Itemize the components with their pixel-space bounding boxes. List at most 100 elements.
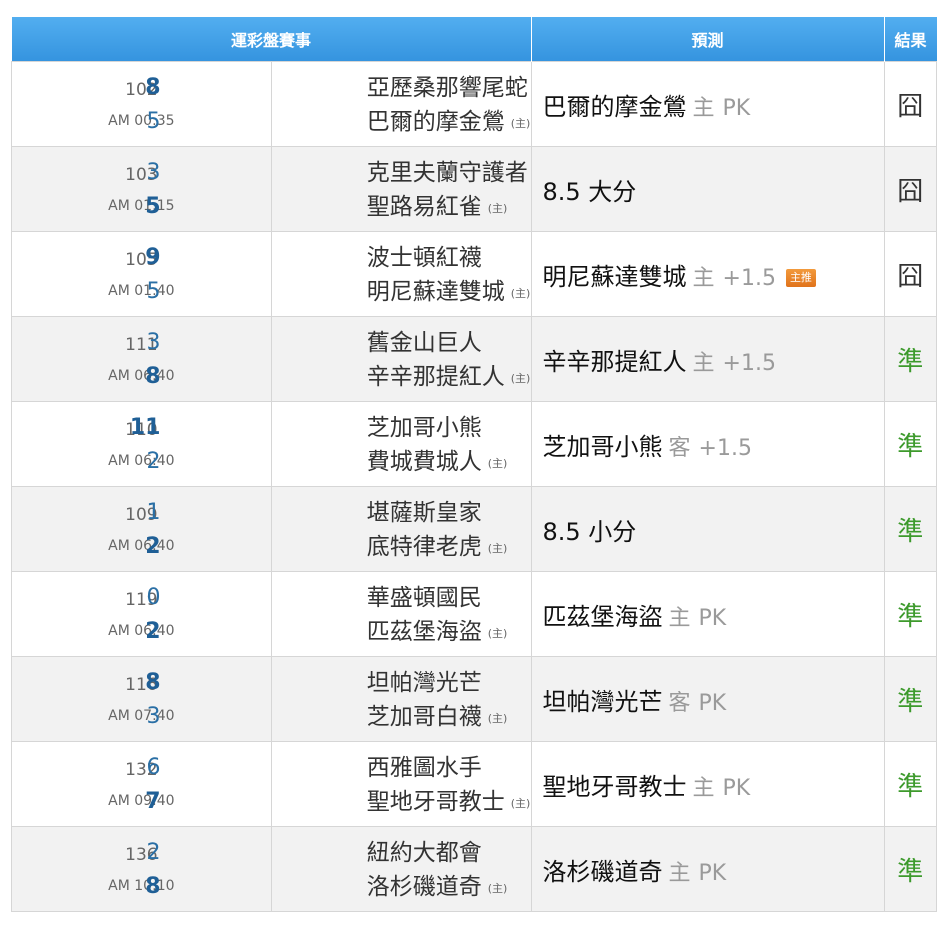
- away-team-name[interactable]: 坦帕灣光芒: [367, 666, 482, 700]
- home-team: 2 費城費城人 (主): [147, 445, 531, 481]
- away-score: 8: [145, 670, 161, 695]
- away-score: 9: [145, 245, 161, 270]
- table-row[interactable]: 136 AM 10:10 2 紐約大都會 8 洛杉磯道奇 (主) 洛杉磯道奇主 PK…: [11, 826, 937, 912]
- matchup-cell: 2 紐約大都會 8 洛杉磯道奇 (主): [145, 826, 532, 912]
- home-team: 7 聖地牙哥教士 (主): [145, 785, 531, 821]
- away-score: 1: [146, 500, 161, 525]
- home-team-label[interactable]: 匹茲堡海盜 (主): [367, 615, 508, 651]
- schedule-table-container: 運彩盤賽事 預測 結果 102 AM 00:35 8 亞歷桑那響尾蛇 5 巴爾的…: [11, 17, 937, 912]
- home-marker: (主): [487, 712, 508, 725]
- prediction-pick: 匹茲堡海盜: [542, 602, 663, 631]
- away-team: 6 西雅圖水手: [147, 751, 531, 785]
- away-team-name[interactable]: 舊金山巨人: [367, 326, 482, 360]
- home-team-name[interactable]: 底特律老虎: [367, 534, 482, 560]
- table-row[interactable]: 116 AM 07:40 8 坦帕灣光芒 3 芝加哥白襪 (主) 坦帕灣光芒客 PK…: [11, 656, 937, 742]
- away-team-name[interactable]: 波士頓紅襪: [367, 241, 482, 275]
- result-cell: 準: [883, 741, 937, 827]
- home-team-name[interactable]: 聖路易紅雀: [367, 194, 482, 220]
- home-team: 5 聖路易紅雀 (主): [145, 190, 531, 226]
- home-team: 2 匹茲堡海盜 (主): [145, 615, 531, 651]
- away-team: 8 坦帕灣光芒: [145, 666, 531, 700]
- prediction-pick: 坦帕灣光芒: [542, 687, 663, 716]
- home-team-label[interactable]: 辛辛那提紅人 (主): [367, 360, 531, 396]
- table-row[interactable]: 119 AM 06:40 0 華盛頓國民 2 匹茲堡海盜 (主) 匹茲堡海盜主 PK…: [11, 571, 937, 657]
- table-row[interactable]: 103 AM 01:15 3 克里夫蘭守護者 5 聖路易紅雀 (主) 8.5 大分…: [11, 146, 937, 232]
- prediction-line: PK: [722, 95, 751, 121]
- table-row[interactable]: 110 AM 06:40 11 芝加哥小熊 2 費城費城人 (主) 芝加哥小熊客 +…: [11, 401, 937, 487]
- away-team: 2 紐約大都會: [147, 836, 531, 870]
- result-cell: 準: [883, 571, 937, 657]
- prediction-cell: 芝加哥小熊客 +1.5: [530, 401, 885, 487]
- home-team: 5 巴爾的摩金鶯 (主): [147, 105, 531, 141]
- home-team-label[interactable]: 芝加哥白襪 (主): [367, 700, 508, 736]
- away-score: 8: [145, 75, 161, 100]
- away-team: 3 克里夫蘭守護者: [147, 156, 531, 190]
- prediction-cell: 聖地牙哥教士主 PK: [530, 741, 885, 827]
- result-cell: 囧: [883, 61, 937, 147]
- home-marker: (主): [487, 627, 508, 640]
- home-team-label[interactable]: 聖路易紅雀 (主): [367, 190, 508, 226]
- home-team-name[interactable]: 聖地牙哥教士: [367, 789, 505, 815]
- table-row[interactable]: 132 AM 09:40 6 西雅圖水手 7 聖地牙哥教士 (主) 聖地牙哥教士主…: [11, 741, 937, 827]
- header-match: 運彩盤賽事: [11, 17, 531, 62]
- away-score: 11: [129, 415, 161, 440]
- home-team-name[interactable]: 匹茲堡海盜: [367, 619, 482, 645]
- table-row[interactable]: 105 AM 01:40 9 波士頓紅襪 5 明尼蘇達雙城 (主) 明尼蘇達雙城主…: [11, 231, 937, 317]
- matchup-cell: 11 芝加哥小熊 2 費城費城人 (主): [130, 401, 532, 487]
- home-score: 2: [145, 619, 161, 644]
- away-team-name[interactable]: 紐約大都會: [367, 836, 482, 870]
- matchup-cell: 3 舊金山巨人 8 辛辛那提紅人 (主): [145, 316, 532, 402]
- table-row[interactable]: 111 AM 06:40 3 舊金山巨人 8 辛辛那提紅人 (主) 辛辛那提紅人主…: [11, 316, 937, 402]
- table-row[interactable]: 109 AM 06:40 1 堪薩斯皇家 2 底特律老虎 (主) 8.5 小分 準: [11, 486, 937, 572]
- home-team-name[interactable]: 巴爾的摩金鶯: [367, 109, 505, 135]
- home-team-label[interactable]: 費城費城人 (主): [367, 445, 508, 481]
- matchup-cell: 9 波士頓紅襪 5 明尼蘇達雙城 (主): [145, 231, 532, 317]
- away-team-name[interactable]: 芝加哥小熊: [367, 411, 482, 445]
- away-team-name[interactable]: 亞歷桑那響尾蛇: [367, 71, 528, 105]
- prediction-side: 客: [668, 690, 691, 716]
- prediction-pick: 聖地牙哥教士: [542, 772, 687, 801]
- home-marker: (主): [487, 542, 508, 555]
- home-team-label[interactable]: 明尼蘇達雙城 (主): [367, 275, 531, 311]
- home-team-label[interactable]: 聖地牙哥教士 (主): [367, 785, 531, 821]
- home-team: 5 明尼蘇達雙城 (主): [147, 275, 531, 311]
- prediction-line: PK: [722, 775, 751, 801]
- home-score: 8: [145, 874, 161, 899]
- home-team-name[interactable]: 洛杉磯道奇: [367, 874, 482, 900]
- prediction-pick: 8.5 大分: [542, 177, 637, 206]
- prediction-cell: 坦帕灣光芒客 PK: [530, 656, 885, 742]
- home-team-label[interactable]: 底特律老虎 (主): [367, 530, 508, 566]
- away-score: 3: [146, 160, 161, 185]
- prediction-line: PK: [698, 860, 727, 886]
- home-score: 5: [146, 279, 161, 304]
- prediction-line: +1.5: [722, 350, 776, 376]
- prediction-side: 主: [692, 265, 715, 291]
- home-team-name[interactable]: 明尼蘇達雙城: [367, 279, 505, 305]
- result-cell: 囧: [883, 146, 937, 232]
- away-team-name[interactable]: 堪薩斯皇家: [367, 496, 482, 530]
- home-team-name[interactable]: 費城費城人: [367, 449, 482, 475]
- away-team: 0 華盛頓國民: [147, 581, 531, 615]
- away-team-name[interactable]: 西雅圖水手: [367, 751, 482, 785]
- home-team-label[interactable]: 洛杉磯道奇 (主): [367, 870, 508, 906]
- prediction-pick: 辛辛那提紅人: [542, 347, 687, 376]
- home-marker: (主): [510, 372, 531, 385]
- home-team-label[interactable]: 巴爾的摩金鶯 (主): [367, 105, 531, 141]
- away-team: 1 堪薩斯皇家: [147, 496, 531, 530]
- away-team-name[interactable]: 克里夫蘭守護者: [367, 156, 528, 190]
- prediction-line: +1.5: [722, 265, 776, 291]
- table-row[interactable]: 102 AM 00:35 8 亞歷桑那響尾蛇 5 巴爾的摩金鶯 (主) 巴爾的摩金…: [11, 61, 937, 147]
- matchup-cell: 8 坦帕灣光芒 3 芝加哥白襪 (主): [145, 656, 532, 742]
- result-cell: 準: [883, 656, 937, 742]
- home-team-name[interactable]: 辛辛那提紅人: [367, 364, 505, 390]
- home-team-name[interactable]: 芝加哥白襪: [367, 704, 482, 730]
- away-score: 0: [146, 585, 161, 610]
- matchup-cell: 1 堪薩斯皇家 2 底特律老虎 (主): [145, 486, 532, 572]
- prediction-cell: 辛辛那提紅人主 +1.5: [530, 316, 885, 402]
- prediction-side: 主: [692, 775, 715, 801]
- result-cell: 囧: [883, 231, 937, 317]
- home-team: 8 洛杉磯道奇 (主): [145, 870, 531, 906]
- prediction-cell: 明尼蘇達雙城主 +1.5 主推: [530, 231, 885, 317]
- prediction-cell: 8.5 大分: [530, 146, 885, 232]
- away-team-name[interactable]: 華盛頓國民: [367, 581, 482, 615]
